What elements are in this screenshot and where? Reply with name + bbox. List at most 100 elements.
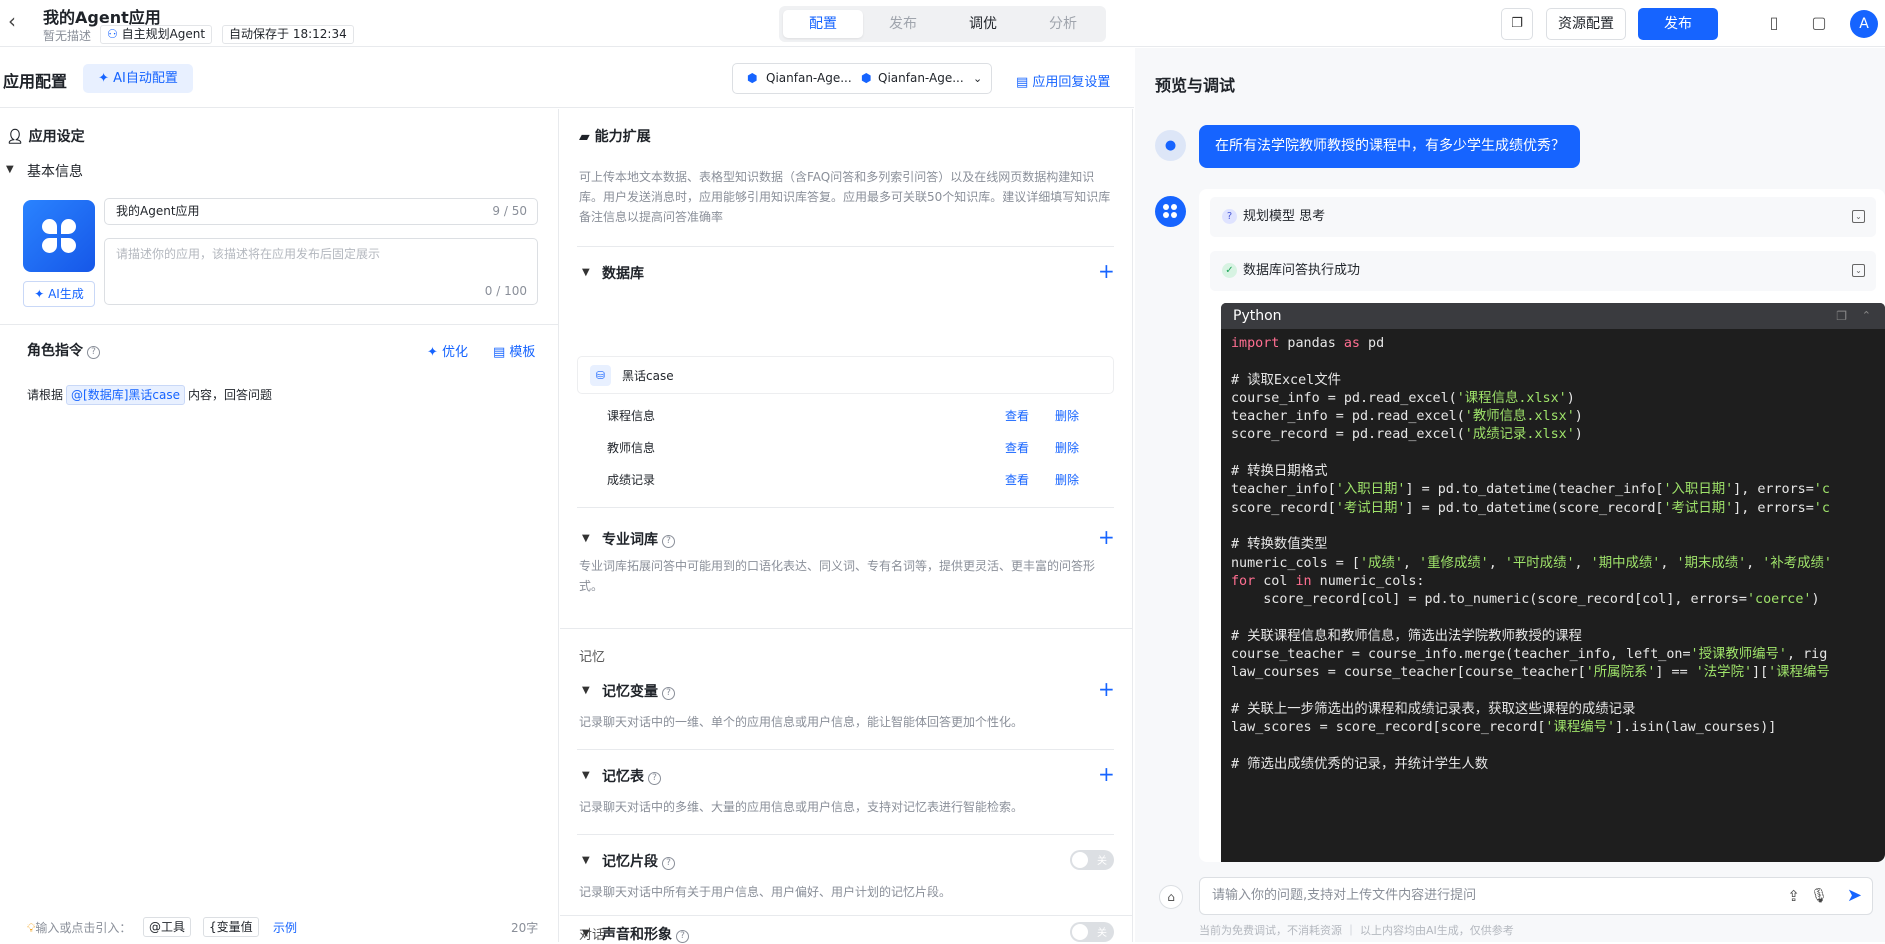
delete-button[interactable]: 删除	[1055, 407, 1079, 424]
help-icon[interactable]: ?	[648, 772, 661, 785]
add-memory-table-icon[interactable]: +	[1098, 764, 1115, 784]
code-line: # 转换日期格式	[1231, 464, 1328, 480]
send-icon[interactable]: ➤	[1847, 878, 1862, 914]
collapse-icon[interactable]: ⌃	[1862, 303, 1871, 329]
database-card[interactable]: ⛁ 黑话case	[577, 356, 1114, 394]
sparkle-icon: ✦	[98, 71, 114, 86]
reference-hint-label: 输入或点击引入：	[35, 921, 132, 935]
tab-tune[interactable]: 调优	[943, 10, 1023, 38]
feedback-icon[interactable]: ▢	[1808, 12, 1830, 34]
divider	[0, 324, 559, 325]
code-language: Python	[1233, 308, 1282, 324]
user-message: 在所有法学院教师教授的课程中，有多少学生成绩优秀？	[1199, 125, 1580, 168]
ai-generate-button[interactable]: ✦ AI生成	[23, 281, 95, 307]
example-link[interactable]: 示例	[273, 919, 297, 936]
caret-down-icon[interactable]: ▼	[582, 855, 590, 866]
memory-snippet-toggle[interactable]: 关	[1070, 850, 1114, 870]
microphone-icon[interactable]: 🎙︎	[1810, 878, 1828, 914]
help-icon[interactable]: ?	[662, 687, 675, 700]
copy-icon[interactable]: ❐	[1836, 303, 1847, 329]
view-button[interactable]: 查看	[1005, 471, 1029, 488]
caret-down-icon[interactable]: ▼	[6, 164, 14, 175]
voice-image-title: 声音和形象?	[602, 924, 689, 944]
database-mention[interactable]: @[数据库]黑话case	[66, 385, 185, 405]
user-avatar[interactable]: A	[1850, 10, 1878, 38]
help-icon[interactable]: ?	[87, 346, 100, 359]
preview-title: 预览与调试	[1155, 76, 1236, 95]
add-lexicon-icon[interactable]: +	[1098, 527, 1115, 547]
resource-config-button[interactable]: 资源配置	[1546, 8, 1626, 40]
delete-button[interactable]: 删除	[1055, 439, 1079, 456]
delete-button[interactable]: 删除	[1055, 471, 1079, 488]
check-icon: ✓	[1222, 263, 1237, 278]
caret-down-icon[interactable]: ▼	[582, 685, 590, 696]
help-icon[interactable]: ?	[662, 535, 675, 548]
add-database-icon[interactable]: +	[1098, 261, 1115, 281]
optimize-button[interactable]: ✦ 优化	[427, 341, 468, 360]
chevron-down-icon[interactable]: ⌄	[1852, 210, 1865, 223]
code-line: # 读取Excel文件	[1231, 372, 1341, 388]
view-button[interactable]: 查看	[1005, 407, 1029, 424]
insert-variable-chip[interactable]: {变量值	[203, 917, 259, 937]
table-name: 课程信息	[607, 409, 656, 423]
database-icon: ⛁	[590, 365, 611, 386]
planning-step-label: 规划模型 思考	[1243, 209, 1326, 224]
help-icon[interactable]: ?	[662, 857, 675, 870]
tab-config[interactable]: 配置	[783, 10, 863, 38]
toggle-label: 关	[1097, 856, 1107, 867]
tab-publish[interactable]: 发布	[863, 10, 943, 38]
voice-image-toggle[interactable]: 关	[1070, 922, 1114, 942]
back-arrow-icon[interactable]: ‹	[8, 11, 28, 32]
add-memory-variable-icon[interactable]: +	[1098, 679, 1115, 699]
publish-button[interactable]: 发布	[1638, 8, 1718, 40]
app-settings-label: 应用设定	[28, 129, 85, 145]
reply-settings-link[interactable]: ▤ 应用回复设置	[1016, 71, 1110, 90]
code-line: law_courses = course_teacher[course_teac…	[1231, 665, 1830, 681]
upload-icon[interactable]: ⇪	[1787, 878, 1800, 914]
lexicon-title: 专业词库?	[602, 529, 675, 549]
memory-snippet-title: 记忆片段?	[602, 851, 675, 871]
chevron-down-icon[interactable]: ⌄	[1852, 264, 1865, 277]
template-button[interactable]: ▤ 模板	[493, 341, 535, 360]
copy-icon[interactable]: ❐	[1501, 8, 1533, 40]
person-icon: 👤︎	[6, 129, 29, 145]
template-label: 模板	[509, 345, 536, 360]
basic-info-title: 基本信息	[27, 164, 83, 180]
planning-step[interactable]: ? 规划模型 思考 ⌄	[1210, 197, 1876, 237]
tab-analysis[interactable]: 分析	[1023, 10, 1103, 38]
book-icon[interactable]: ▯	[1763, 12, 1785, 34]
db-query-step-label: 数据库问答执行成功	[1243, 263, 1361, 278]
caret-down-icon[interactable]: ▼	[582, 533, 590, 544]
code-line: # 筛选出成绩优秀的记录，并统计学生人数	[1231, 756, 1489, 772]
model-selector[interactable]: ⬢ Qianfan-Age... ⬢ Qianfan-Age... ⌄	[732, 63, 992, 94]
app-logo[interactable]	[23, 200, 95, 272]
db-query-step[interactable]: ✓ 数据库问答执行成功 ⌄	[1210, 251, 1876, 291]
lexicon-label: 专业词库	[602, 532, 658, 548]
app-description-input[interactable]: 请描述你的应用，该描述将在应用发布后固定展示 0 / 100	[104, 238, 538, 305]
ai-auto-config-button[interactable]: ✦ AI自动配置	[83, 64, 193, 93]
app-name-input[interactable]: 我的Agent应用 9 / 50	[104, 198, 538, 225]
caret-down-icon[interactable]: ▼	[582, 928, 590, 939]
help-icon[interactable]: ?	[676, 930, 689, 943]
chat-input[interactable]: 请输入你的问题,支持对上传文件内容进行提问 ⇪ 🎙︎ ➤	[1199, 877, 1873, 915]
view-button[interactable]: 查看	[1005, 439, 1029, 456]
instruction-prefix: 请根据	[27, 388, 64, 402]
code-line: # 关联上一步筛选出的课程和成绩记录表，获取这些课程的成绩记录	[1231, 701, 1636, 717]
caret-down-icon[interactable]: ▼	[582, 267, 590, 278]
divider	[577, 834, 1114, 835]
code-header: Python ❐ ⌃	[1221, 303, 1885, 329]
chat-input-placeholder: 请输入你的问题,支持对上传文件内容进行提问	[1212, 888, 1477, 903]
role-instruction-text[interactable]: 请根据 @[数据库]黑话case 内容，回答问题	[27, 385, 272, 405]
memory-variable-label: 记忆变量	[602, 684, 658, 700]
caret-down-icon[interactable]: ▼	[582, 770, 590, 781]
code-line: score_record = pd.read_excel('成绩记录.xlsx'…	[1231, 427, 1583, 443]
config-header: 应用配置 ✦ AI自动配置 ⬢ Qianfan-Age... ⬢ Qianfan…	[0, 48, 1134, 108]
code-content: import pandas as pd # 读取Excel文件 course_in…	[1231, 335, 1832, 774]
memory-snippet-label: 记忆片段	[602, 854, 658, 870]
reference-hint: 💡︎输入或点击引入：	[27, 919, 131, 936]
clear-chat-icon[interactable]: ⌂	[1159, 885, 1183, 909]
insert-tool-chip[interactable]: @工具	[143, 917, 192, 937]
table-name: 教师信息	[607, 441, 656, 455]
app-settings-column: 👤︎ 应用设定 ▼ 基本信息 ✦ AI生成 我的Agent应用 9 / 50 请…	[0, 109, 559, 942]
